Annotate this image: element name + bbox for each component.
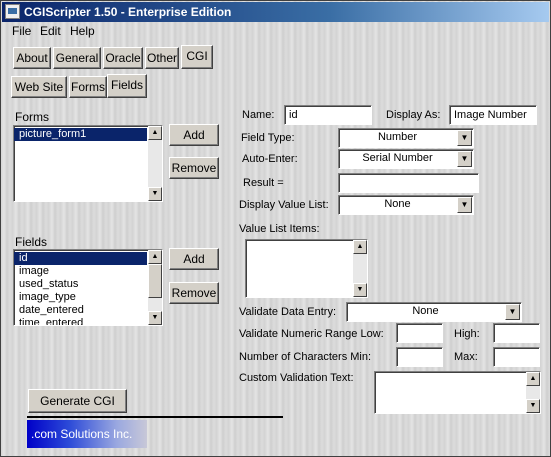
validate-data-entry-select[interactable]: None ▼ [346,302,522,322]
tab-about[interactable]: About [13,47,51,69]
list-item[interactable]: date_entered [14,304,147,317]
menu-edit[interactable]: Edit [40,24,61,38]
display-as-field[interactable]: Image Number [449,105,537,125]
num-chars-label: Number of Characters Min: [239,351,372,363]
tab-other[interactable]: Other [145,47,179,69]
scroll-down-icon[interactable]: ▼ [526,399,540,413]
forms-remove-button[interactable]: Remove [169,157,219,179]
list-item[interactable]: image [14,265,147,278]
fields-list-scrollbar[interactable]: ▲ ▼ [148,250,162,325]
app-window: CGIScripter 1.50 - Enterprise Edition Fi… [0,0,551,457]
generate-cgi-button[interactable]: Generate CGI [28,389,127,413]
chevron-down-icon[interactable]: ▼ [457,130,472,146]
custom-validation-label: Custom Validation Text: [239,372,354,384]
field-type-value: Number [377,131,418,143]
list-item[interactable]: image_type [14,291,147,304]
chevron-down-icon[interactable]: ▼ [457,197,472,213]
title-bar[interactable]: CGIScripter 1.50 - Enterprise Edition [2,2,549,22]
list-item[interactable]: time_entered [14,317,147,325]
list-item[interactable]: picture_form1 [14,128,147,141]
scroll-up-icon[interactable]: ▲ [148,126,162,140]
display-value-list-value: None [384,198,411,210]
range-high-field[interactable] [493,323,540,343]
menu-help[interactable]: Help [70,24,95,38]
fields-remove-button[interactable]: Remove [169,282,219,304]
fields-add-button[interactable]: Add [169,248,219,270]
tab-web-site[interactable]: Web Site [11,76,67,98]
field-type-select[interactable]: Number ▼ [338,128,474,148]
max-label: Max: [454,351,478,363]
scroll-down-icon[interactable]: ▼ [353,283,367,297]
tab-cgi[interactable]: CGI [181,45,213,69]
range-low-field[interactable] [396,323,443,343]
scroll-up-icon[interactable]: ▲ [526,372,540,386]
name-label: Name: [242,109,275,121]
name-field[interactable]: id [284,105,372,125]
display-as-label: Display As: [386,109,441,121]
display-value-list-select[interactable]: None ▼ [338,195,474,215]
footer-divider [27,416,283,418]
chars-max-field[interactable] [493,347,540,367]
list-item[interactable]: used_status [14,278,147,291]
high-label: High: [454,328,480,340]
custom-validation-scrollbar[interactable]: ▲ ▼ [526,372,540,413]
forms-add-button[interactable]: Add [169,124,219,146]
window-title: CGIScripter 1.50 - Enterprise Edition [24,5,232,19]
menu-bar: File Edit Help [2,22,549,40]
app-icon [5,4,20,19]
fields-list[interactable]: id image used_status image_type date_ent… [13,249,163,326]
auto-enter-label: Auto-Enter: [242,153,298,165]
chevron-down-icon[interactable]: ▼ [505,304,520,320]
scroll-up-icon[interactable]: ▲ [148,250,162,264]
validate-numeric-label: Validate Numeric Range Low: [239,328,384,340]
tab-general[interactable]: General [53,47,101,69]
tab-fields[interactable]: Fields [107,74,147,98]
scroll-down-icon[interactable]: ▼ [148,187,162,201]
tab-forms[interactable]: Forms [69,76,107,98]
auto-enter-select[interactable]: Serial Number ▼ [338,149,474,169]
auto-enter-value: Serial Number [362,152,433,164]
scroll-thumb[interactable] [148,264,162,298]
value-list-items-label: Value List Items: [239,223,320,235]
chevron-down-icon[interactable]: ▼ [457,151,472,167]
brand-logo: .com Solutions Inc. [27,420,147,448]
validate-data-entry-label: Validate Data Entry: [239,306,337,318]
forms-label: Forms [15,110,49,124]
display-value-list-label: Display Value List: [239,199,329,211]
chars-min-field[interactable] [396,347,443,367]
forms-list-scrollbar[interactable]: ▲ ▼ [148,126,162,201]
list-item[interactable]: id [14,252,147,265]
custom-validation-textarea[interactable]: ▲ ▼ [374,371,541,414]
result-field[interactable] [338,173,479,193]
scroll-up-icon[interactable]: ▲ [353,240,367,254]
scroll-down-icon[interactable]: ▼ [148,311,162,325]
tab-oracle[interactable]: Oracle [103,47,143,69]
field-type-label: Field Type: [241,132,295,144]
fields-label: Fields [15,235,48,249]
validate-data-entry-value: None [412,305,439,317]
forms-list[interactable]: picture_form1 ▲ ▼ [13,125,163,202]
value-list-items-textarea[interactable]: ▲ ▼ [245,239,368,298]
result-label: Result = [243,177,284,189]
value-list-scrollbar[interactable]: ▲ ▼ [353,240,367,297]
menu-file[interactable]: File [12,24,31,38]
